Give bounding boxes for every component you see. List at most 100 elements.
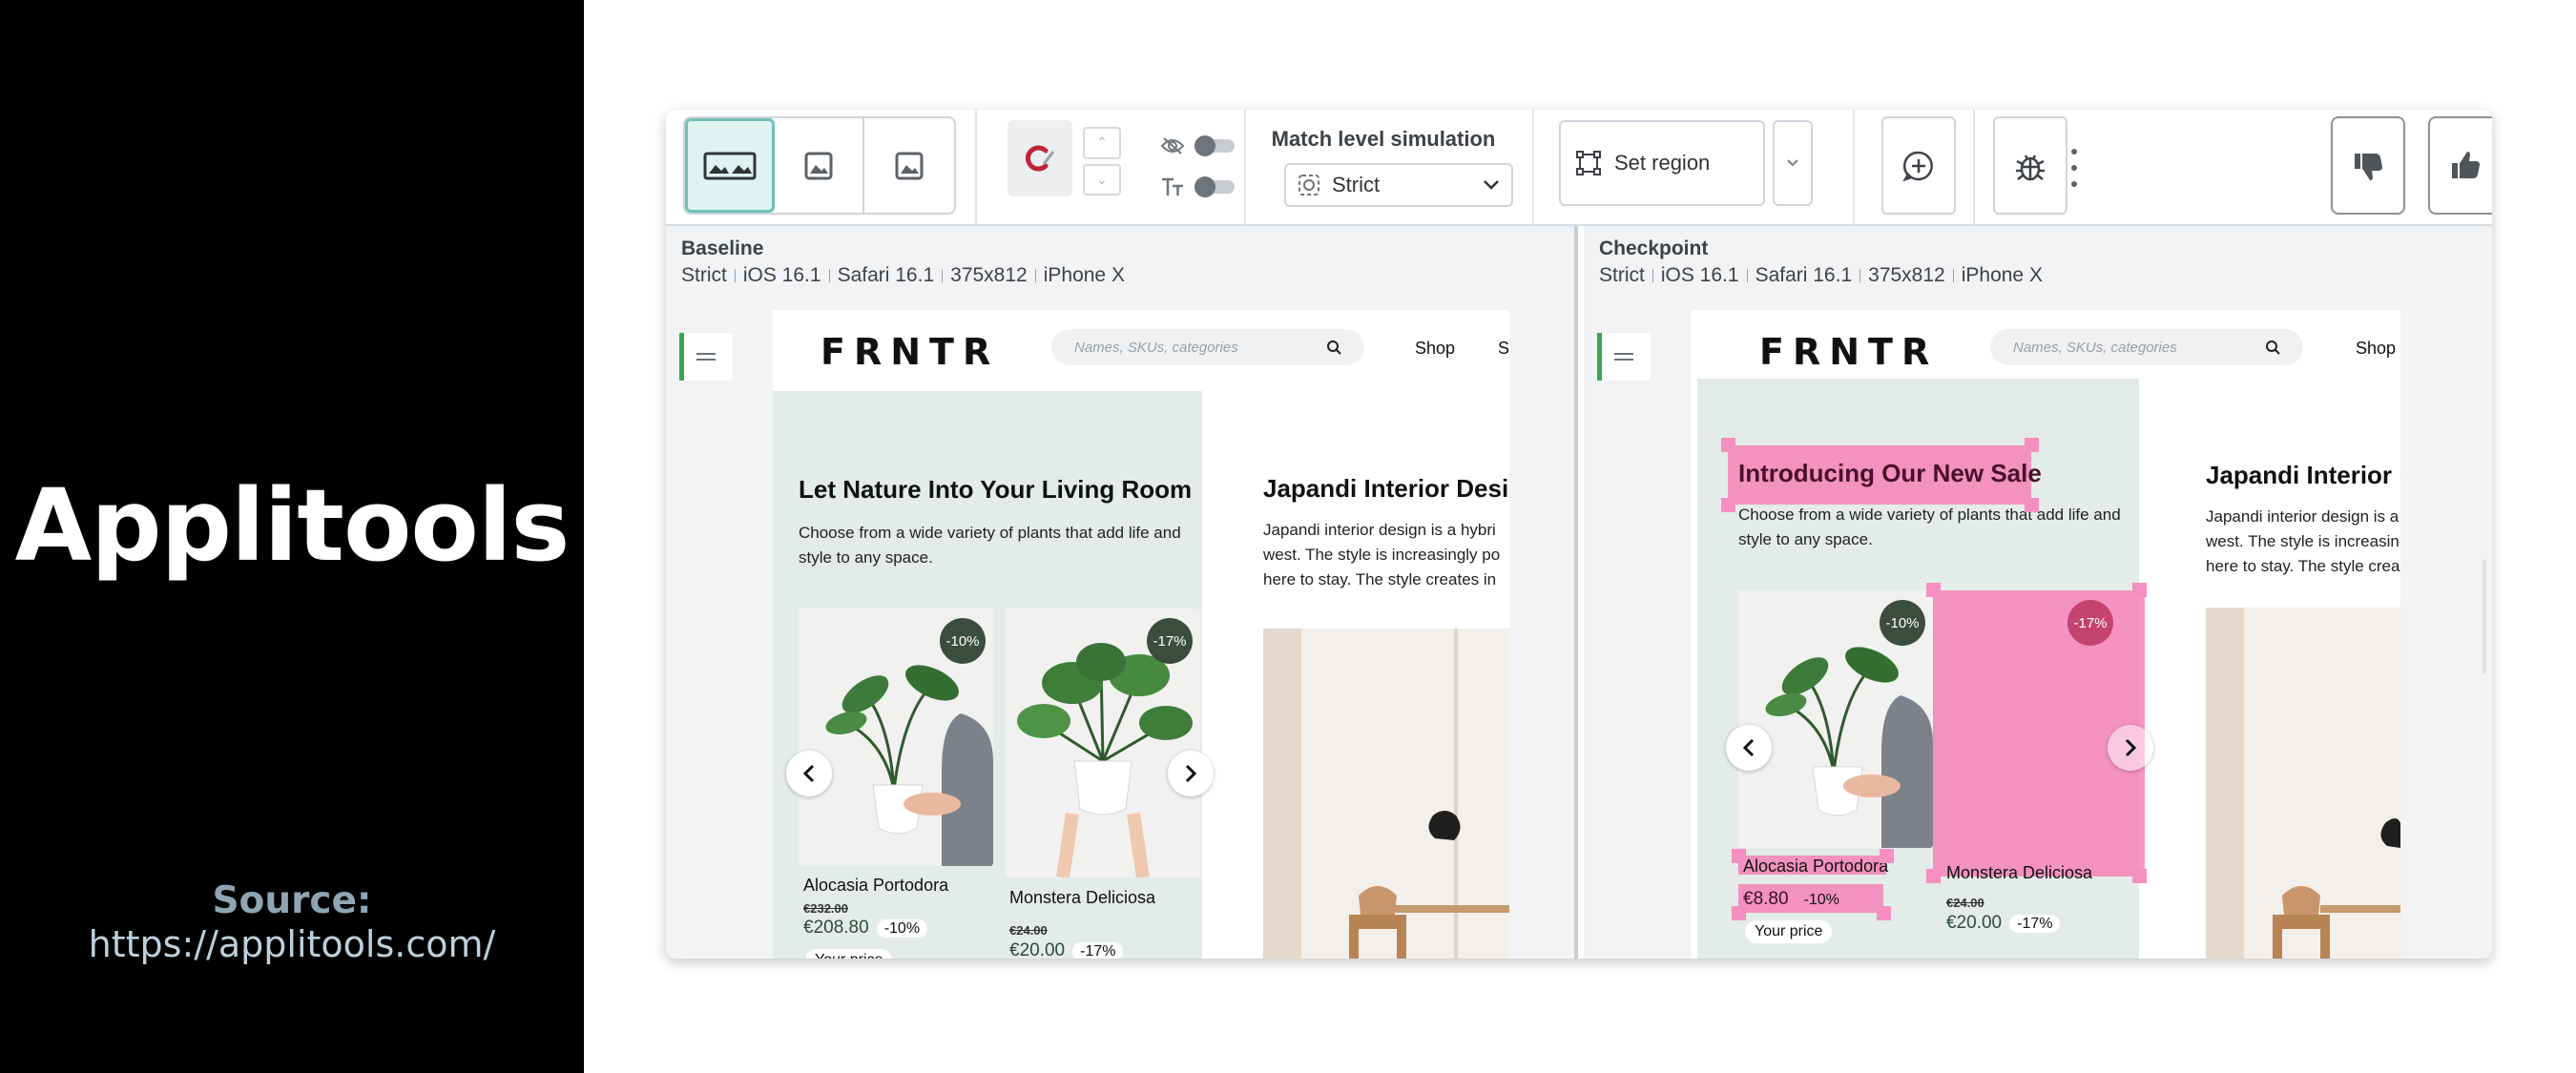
chevron-down-icon: [1484, 180, 1499, 190]
toolbar-divider: [1244, 110, 1246, 226]
product-price: €20.00 -17%: [1946, 913, 2061, 934]
price-discount: -10%: [1803, 892, 1839, 908]
reject-button[interactable]: [2331, 116, 2405, 215]
interior-photo: [1263, 629, 1509, 959]
bug-icon: [2016, 154, 2045, 180]
product-card: -10%: [1738, 590, 1933, 848]
article-text: Japandi interior design is a west. The s…: [2206, 507, 2400, 575]
pane-meta: Strict iOS 16.1 Safari 16.1 375x812 iPhone X: [1599, 264, 2043, 287]
scrollbar[interactable]: [2483, 560, 2486, 674]
selection-handle[interactable]: [2132, 869, 2147, 883]
selection-handle[interactable]: [1721, 438, 1735, 452]
eye-off-icon: [1160, 137, 1185, 155]
product-name: Monstera Deliciosa: [1946, 863, 2093, 882]
site-screenshot: FRNTR Names, SKUs, categories Shop S Let…: [773, 310, 1509, 959]
match-level-select[interactable]: Strict: [1284, 163, 1513, 207]
difference-stepper: ⌃ ⌄: [1083, 127, 1121, 196]
old-price: €24.00: [1009, 923, 1048, 938]
more-options-button[interactable]: [2065, 144, 2084, 192]
site-logo: FRNTR: [1759, 331, 1939, 373]
nav-shop: Shop: [1415, 339, 1456, 358]
discount-badge: -17%: [1147, 618, 1193, 664]
selection-handle[interactable]: [2025, 438, 2039, 452]
carousel-prev-button[interactable]: [786, 751, 832, 796]
product-name: Alocasia Portodora: [1743, 856, 1889, 876]
price-value: €8.80: [1743, 889, 1789, 909]
chevron-down-icon: [1787, 159, 1798, 167]
device: iPhone X: [1043, 264, 1125, 286]
region-icon: [1576, 151, 1601, 175]
carousel-next-button[interactable]: [1168, 751, 1214, 796]
article-title: Japandi Interior D: [2206, 461, 2400, 489]
text-option-row: [1160, 176, 1235, 197]
selection-handle[interactable]: [1732, 849, 1746, 863]
accept-button[interactable]: [2428, 116, 2492, 215]
hamburger-menu-icon[interactable]: [679, 333, 733, 381]
article-title: Japandi Interior Desi: [1263, 474, 1509, 503]
toolbar-divider: [975, 110, 977, 226]
selection-handle[interactable]: [1877, 906, 1891, 920]
hide-toggle[interactable]: [1195, 135, 1235, 156]
product-price: €8.80 -10%: [1743, 889, 1847, 910]
toolbar: ⌃ ⌄ Match level simulation Strict Set re…: [666, 110, 2492, 226]
text-size-icon: [1162, 177, 1183, 196]
search-icon: [2266, 340, 2280, 355]
selection-handle[interactable]: [2025, 498, 2039, 512]
region-type-dropdown[interactable]: [1773, 120, 1813, 206]
selection-handle[interactable]: [1732, 906, 1746, 920]
match-level: Strict: [681, 264, 727, 286]
selection-handle[interactable]: [1880, 849, 1894, 863]
report-bug-button[interactable]: [1993, 116, 2067, 215]
search-placeholder: Names, SKUs, categories: [1074, 339, 1238, 356]
brand-title: Applitools: [14, 467, 571, 584]
carousel-next-button[interactable]: [2108, 725, 2153, 771]
old-price: €232.00: [803, 901, 848, 916]
selection-handle[interactable]: [1926, 583, 1941, 597]
nav-shop: Shop: [2356, 339, 2397, 358]
toolbar-divider: [1853, 110, 1855, 226]
site-logo: FRNTR: [821, 331, 1000, 373]
brand-panel: Applitools Source: https://applitools.co…: [0, 0, 584, 1073]
hero-text: Choose from a wide variety of plants tha…: [1738, 506, 2121, 548]
hero-text: Choose from a wide variety of plants tha…: [799, 524, 1181, 567]
match-level-icon: [1298, 175, 1319, 196]
next-difference-button[interactable]: ⌄: [1083, 163, 1121, 196]
product-name: Monstera Deliciosa: [1009, 888, 1156, 907]
set-region-button[interactable]: Set region: [1559, 120, 1765, 206]
differences-icon: [1026, 145, 1055, 172]
side-by-side-icon: [703, 152, 757, 179]
interior-photo: [2206, 608, 2400, 959]
source-url: https://applitools.com/: [88, 923, 496, 965]
your-price-label: Your price: [805, 949, 893, 959]
side-by-side-view-button[interactable]: [685, 118, 775, 213]
hide-option-row: [1160, 135, 1235, 156]
thumbs-down-icon: [2355, 153, 2382, 180]
selection-handle[interactable]: [1926, 869, 1941, 883]
product-name: Alocasia Portodora: [803, 876, 949, 895]
previous-difference-button[interactable]: ⌃: [1083, 127, 1121, 159]
article-text: Japandi interior design is a hybri west.…: [1263, 521, 1501, 588]
text-toggle[interactable]: [1195, 176, 1235, 197]
old-price: €24.00: [1946, 896, 1984, 910]
hero-section: Introducing Our New Sale Choose from a w…: [1697, 379, 2153, 959]
toggle-differences-button[interactable]: [1008, 120, 1072, 196]
price-discount: -17%: [2009, 915, 2061, 933]
search-placeholder: Names, SKUs, categories: [2013, 339, 2177, 356]
chevron-right-icon: [2125, 738, 2137, 757]
browser: Safari 16.1: [837, 264, 935, 286]
image-icon: [895, 152, 924, 179]
image-icon: [804, 152, 833, 179]
checkpoint-view-button[interactable]: [864, 118, 954, 213]
search-icon: [1327, 340, 1341, 355]
selection-handle[interactable]: [1721, 498, 1735, 512]
price-value: €208.80: [803, 918, 869, 938]
hamburger-menu-icon[interactable]: [1597, 333, 1651, 381]
baseline-view-button[interactable]: [775, 118, 864, 213]
site-search-bar: Names, SKUs, categories: [1051, 329, 1364, 365]
chevron-left-icon: [1742, 738, 1755, 757]
toolbar-divider: [1532, 110, 1534, 226]
your-price-label: Your price: [1745, 920, 1833, 943]
carousel-prev-button[interactable]: [1726, 725, 1772, 771]
add-remark-button[interactable]: [1881, 116, 1956, 215]
selection-handle[interactable]: [2132, 583, 2147, 597]
